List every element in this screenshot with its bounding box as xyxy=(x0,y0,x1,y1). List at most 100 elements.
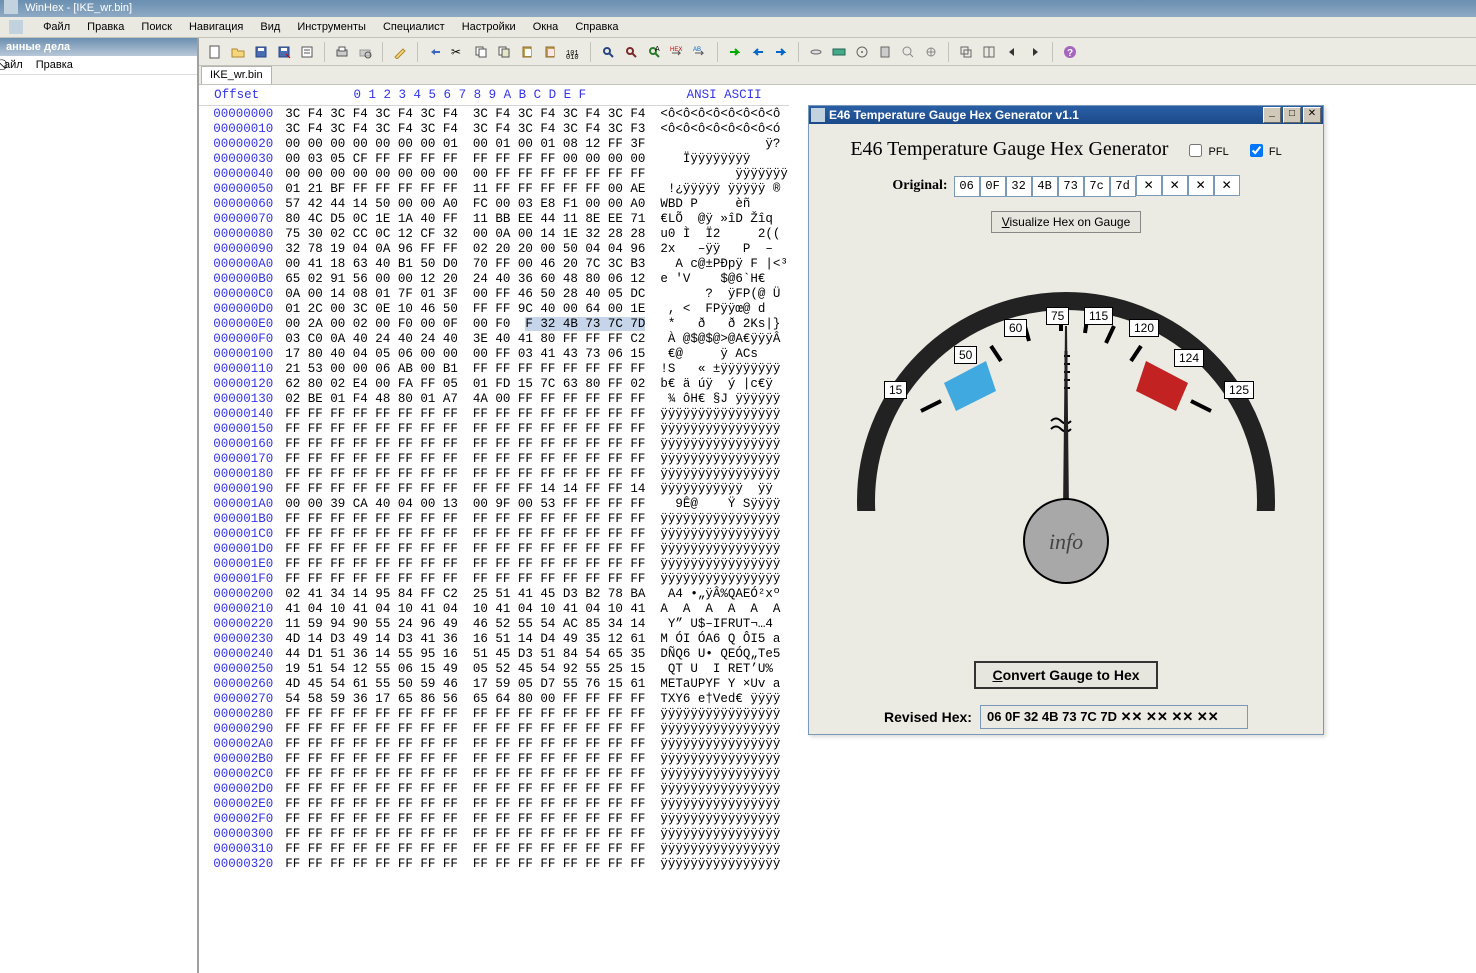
hex-row[interactable]: 000001D0FF FF FF FF FF FF FF FF FF FF FF… xyxy=(199,541,789,556)
hex-row[interactable]: 000000103C F4 3C F4 3C F4 3C F4 3C F4 3C… xyxy=(199,121,789,136)
paste-write-icon[interactable] xyxy=(540,42,560,62)
hex-row[interactable]: 000001B0FF FF FF FF FF FF FF FF FF FF FF… xyxy=(199,511,789,526)
hex-row[interactable]: 000002D0FF FF FF FF FF FF FF FF FF FF FF… xyxy=(199,781,789,796)
write-icon[interactable] xyxy=(390,42,410,62)
hex-row[interactable]: 0000025019 51 54 12 55 06 15 49 05 52 45… xyxy=(199,661,789,676)
menu-search[interactable]: Поиск xyxy=(134,17,178,37)
convert-button[interactable]: Convert Gauge to Hex xyxy=(974,661,1157,689)
replace-text-icon[interactable]: AB xyxy=(690,42,710,62)
cut-icon[interactable]: ✂ xyxy=(448,42,468,62)
goto-icon[interactable] xyxy=(725,42,745,62)
menu-help[interactable]: Справка xyxy=(568,17,625,37)
hex-row[interactable]: 000002F0FF FF FF FF FF FF FF FF FF FF FF… xyxy=(199,811,789,826)
orig-hex-4[interactable] xyxy=(1058,176,1084,197)
open-disk-icon[interactable] xyxy=(806,42,826,62)
properties-icon[interactable] xyxy=(297,42,317,62)
hex-row[interactable]: 0000007080 4C D5 0C 1E 1A 40 FF 11 BB EE… xyxy=(199,211,789,226)
hex-row[interactable]: 00000180FF FF FF FF FF FF FF FF FF FF FF… xyxy=(199,466,789,481)
case-menu-file[interactable]: ⃠айл xyxy=(4,56,23,74)
forward-icon[interactable] xyxy=(771,42,791,62)
dialog-titlebar[interactable]: E46 Temperature Gauge Hex Generator v1.1… xyxy=(809,106,1323,124)
find-hex-icon[interactable] xyxy=(621,42,641,62)
visualize-button[interactable]: Visualize Hex on Gauge xyxy=(991,211,1142,233)
copy-icon[interactable] xyxy=(471,42,491,62)
save-as-icon[interactable] xyxy=(274,42,294,62)
open-ram-icon[interactable] xyxy=(829,42,849,62)
orig-hex-6[interactable] xyxy=(1110,176,1136,197)
hex-row[interactable]: 00000300FF FF FF FF FF FF FF FF FF FF FF… xyxy=(199,826,789,841)
tick-120[interactable]: 120 xyxy=(1129,319,1159,337)
orig-hex-2[interactable] xyxy=(1006,176,1032,197)
tick-75[interactable]: 75 xyxy=(1046,307,1069,325)
position-icon[interactable] xyxy=(921,42,941,62)
orig-hex-5[interactable] xyxy=(1084,176,1110,197)
menu-tools[interactable]: Инструменты xyxy=(290,17,373,37)
hex-row[interactable]: 0000003000 03 05 CF FF FF FF FF FF FF FF… xyxy=(199,151,789,166)
replace-hex-icon[interactable]: HEX xyxy=(667,42,687,62)
case-menu-edit[interactable]: Правка xyxy=(36,56,73,74)
hex-row[interactable]: 00000150FF FF FF FF FF FF FF FF FF FF FF… xyxy=(199,421,789,436)
hex-row[interactable]: 000000F003 C0 0A 40 24 40 24 40 3E 40 41… xyxy=(199,331,789,346)
find-icon[interactable] xyxy=(598,42,618,62)
hex-row[interactable]: 000002C0FF FF FF FF FF FF FF FF FF FF FF… xyxy=(199,766,789,781)
hex-row[interactable]: 000002A0FF FF FF FF FF FF FF FF FF FF FF… xyxy=(199,736,789,751)
copy-hex-icon[interactable] xyxy=(494,42,514,62)
revised-hex-value[interactable]: 06 0F 32 4B 73 7C 7D ✕✕ ✕✕ ✕✕ ✕✕ xyxy=(980,705,1248,729)
menu-edit[interactable]: Правка xyxy=(80,17,131,37)
orig-hex-7[interactable] xyxy=(1136,175,1162,196)
main-menu[interactable]: Файл Правка Поиск Навигация Вид Инструме… xyxy=(0,17,1476,38)
calculator-icon[interactable] xyxy=(875,42,895,62)
paste-icon[interactable] xyxy=(517,42,537,62)
hex-row[interactable]: 0000021041 04 10 41 04 10 41 04 10 41 04… xyxy=(199,601,789,616)
hex-row[interactable]: 000001E0FF FF FF FF FF FF FF FF FF FF FF… xyxy=(199,556,789,571)
undo-icon[interactable] xyxy=(425,42,445,62)
hex-row[interactable]: 000001C0FF FF FF FF FF FF FF FF FF FF FF… xyxy=(199,526,789,541)
save-icon[interactable] xyxy=(251,42,271,62)
fl-checkbox[interactable]: FL xyxy=(1246,141,1282,160)
hex-row[interactable]: 0000013002 BE 01 F4 48 80 01 A7 4A 00 FF… xyxy=(199,391,789,406)
tick-60[interactable]: 60 xyxy=(1004,319,1027,337)
window-cascade-icon[interactable] xyxy=(956,42,976,62)
print-preview-icon[interactable] xyxy=(355,42,375,62)
hex-row[interactable]: 000000E000 2A 00 02 00 F0 00 0F 00 F0 F … xyxy=(199,316,789,331)
hex-row[interactable]: 0000009032 78 19 04 0A 96 FF FF 02 20 20… xyxy=(199,241,789,256)
print-icon[interactable] xyxy=(332,42,352,62)
orig-hex-8[interactable] xyxy=(1162,175,1188,196)
hex-row[interactable]: 0000011021 53 00 00 06 AB 00 B1 FF FF FF… xyxy=(199,361,789,376)
help-icon[interactable]: ? xyxy=(1060,42,1080,62)
tick-115[interactable]: 115 xyxy=(1084,307,1113,325)
hex-row[interactable]: 00000320FF FF FF FF FF FF FF FF FF FF FF… xyxy=(199,856,789,871)
window-next-icon[interactable] xyxy=(1025,42,1045,62)
hex-row[interactable]: 0000005001 21 BF FF FF FF FF FF 11 FF FF… xyxy=(199,181,789,196)
menu-nav[interactable]: Навигация xyxy=(182,17,250,37)
hex-row[interactable]: 00000280FF FF FF FF FF FF FF FF FF FF FF… xyxy=(199,706,789,721)
hex-row[interactable]: 000001A000 00 39 CA 40 04 00 13 00 9F 00… xyxy=(199,496,789,511)
hex-row[interactable]: 0000012062 80 02 E4 00 FA FF 05 01 FD 15… xyxy=(199,376,789,391)
hex-row[interactable]: 000002604D 45 54 61 55 50 59 46 17 59 05… xyxy=(199,676,789,691)
orig-hex-1[interactable] xyxy=(980,176,1006,197)
hex-row[interactable]: 000000D001 2C 00 3C 0E 10 46 50 FF FF 9C… xyxy=(199,301,789,316)
window-tile-icon[interactable] xyxy=(979,42,999,62)
hex-row[interactable]: 00000190FF FF FF FF FF FF FF FF FF FF FF… xyxy=(199,481,789,496)
hex-row[interactable]: 000001F0FF FF FF FF FF FF FF FF FF FF FF… xyxy=(199,571,789,586)
minimize-button[interactable]: _ xyxy=(1263,107,1281,123)
hex-row[interactable]: 00000170FF FF FF FF FF FF FF FF FF FF FF… xyxy=(199,451,789,466)
orig-hex-3[interactable] xyxy=(1032,176,1058,197)
hex-viewer[interactable]: Offset 0 1 2 3 4 5 6 7 8 9 A B C D E F A… xyxy=(199,85,1476,973)
close-button[interactable]: ✕ xyxy=(1303,107,1321,123)
tick-50[interactable]: 50 xyxy=(954,346,977,364)
hex-row[interactable]: 0000020002 41 34 14 95 84 FF C2 25 51 41… xyxy=(199,586,789,601)
orig-hex-0[interactable] xyxy=(954,176,980,197)
hex-row[interactable]: 0000027054 58 59 36 17 65 86 56 65 64 80… xyxy=(199,691,789,706)
orig-hex-9[interactable] xyxy=(1188,175,1214,196)
hex-row[interactable]: 00000160FF FF FF FF FF FF FF FF FF FF FF… xyxy=(199,436,789,451)
menu-file[interactable]: Файл xyxy=(36,17,77,37)
hex-row[interactable]: 0000002000 00 00 00 00 00 00 01 00 01 00… xyxy=(199,136,789,151)
binary-icon[interactable]: 101010 xyxy=(563,42,583,62)
hex-row[interactable]: 000002E0FF FF FF FF FF FF FF FF FF FF FF… xyxy=(199,796,789,811)
hex-row[interactable]: 0000010017 80 40 04 05 06 00 00 00 FF 03… xyxy=(199,346,789,361)
new-file-icon[interactable] xyxy=(205,42,225,62)
find-text-icon[interactable]: A xyxy=(644,42,664,62)
hex-row[interactable]: 000002304D 14 D3 49 14 D3 41 36 16 51 14… xyxy=(199,631,789,646)
hex-row[interactable]: 0000022011 59 94 90 55 24 96 49 46 52 55… xyxy=(199,616,789,631)
